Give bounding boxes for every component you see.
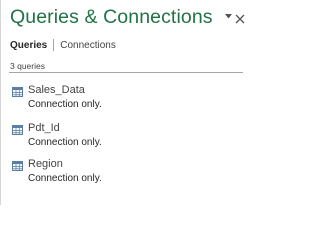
table-icon (12, 87, 23, 97)
table-icon (12, 125, 23, 135)
query-count: 3 queries (10, 61, 45, 71)
queries-connections-pane: Queries & Connections Queries Connection… (0, 0, 250, 205)
pane-options-button[interactable] (224, 12, 233, 21)
query-item-region[interactable]: Region Connection only. (10, 158, 240, 192)
chevron-down-icon (225, 14, 232, 19)
tab-divider (53, 39, 55, 51)
close-button[interactable] (235, 11, 245, 24)
query-item-sales-data[interactable]: Sales_Data Connection only. (10, 84, 240, 118)
query-name: Region (28, 158, 63, 170)
query-name: Sales_Data (28, 84, 85, 96)
query-name: Pdt_Id (28, 122, 60, 134)
close-icon (235, 14, 245, 24)
table-icon (12, 161, 23, 171)
query-item-pdt-id[interactable]: Pdt_Id Connection only. (10, 122, 240, 156)
pane-title: Queries & Connections (10, 6, 213, 28)
pane-tabs: Queries Connections (10, 38, 116, 52)
query-status: Connection only. (28, 137, 102, 148)
query-status: Connection only. (28, 99, 102, 110)
tab-queries[interactable]: Queries (10, 40, 47, 51)
query-status: Connection only. (28, 173, 102, 184)
tab-connections[interactable]: Connections (60, 40, 116, 51)
divider (9, 72, 243, 73)
